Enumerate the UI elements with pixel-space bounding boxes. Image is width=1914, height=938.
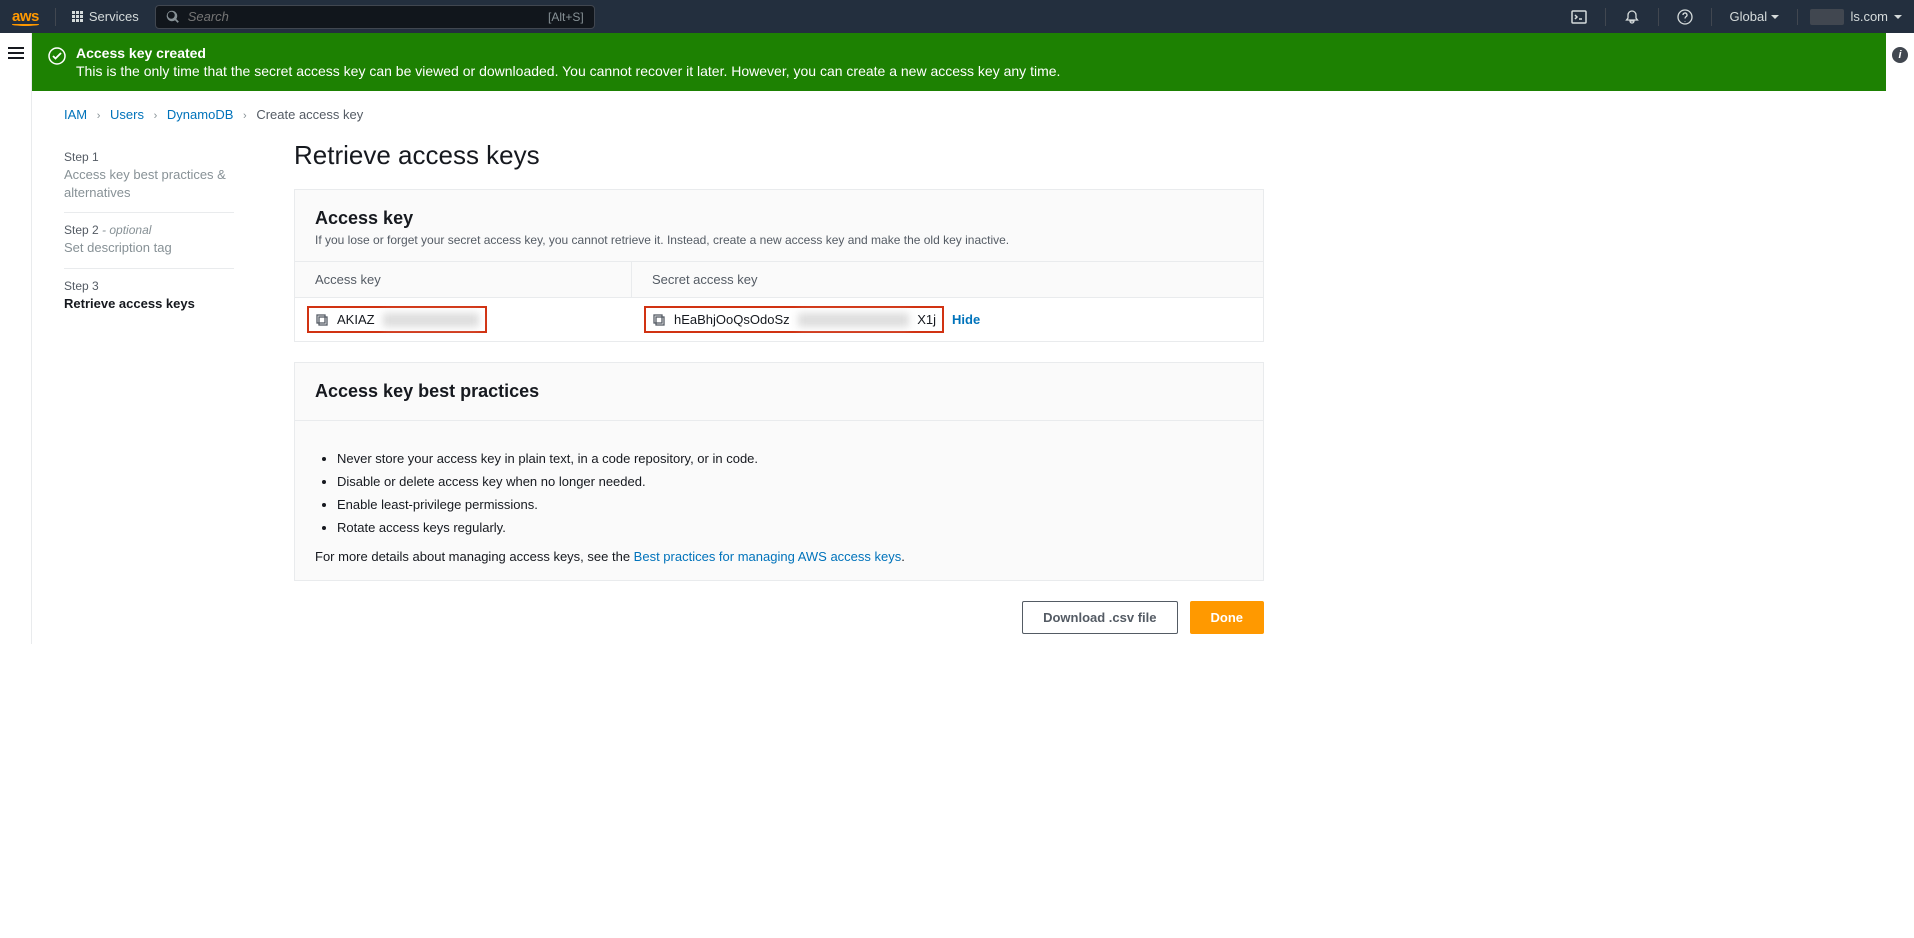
check-circle-icon <box>48 47 66 65</box>
more-details-text: For more details about managing access k… <box>315 549 1243 564</box>
left-rail <box>0 33 32 644</box>
page-title: Retrieve access keys <box>294 140 1264 171</box>
info-icon[interactable]: i <box>1892 47 1908 63</box>
region-selector[interactable]: Global <box>1730 9 1780 24</box>
secret-key-value: hEaBhjOoQsOdoSzX1j <box>644 306 944 333</box>
steps-sidebar: Step 1 Access key best practices & alter… <box>64 140 234 634</box>
search-input-wrap[interactable]: [Alt+S] <box>155 5 595 29</box>
step-3[interactable]: Step 3 Retrieve access keys <box>64 269 234 323</box>
search-shortcut: [Alt+S] <box>548 10 584 24</box>
search-input[interactable] <box>188 9 548 24</box>
breadcrumb-iam[interactable]: IAM <box>64 107 87 122</box>
hamburger-icon[interactable] <box>8 47 24 61</box>
right-rail: i <box>1886 33 1914 644</box>
breadcrumb-users[interactable]: Users <box>110 107 144 122</box>
step-1[interactable]: Step 1 Access key best practices & alter… <box>64 140 234 213</box>
account-selector[interactable]: ls.com <box>1797 9 1902 25</box>
search-icon <box>166 10 180 24</box>
copy-icon[interactable] <box>315 313 329 327</box>
best-practices-list: Never store your access key in plain tex… <box>337 451 1243 535</box>
access-key-value: AKIAZ <box>307 306 487 333</box>
best-practices-panel: Access key best practices Never store yo… <box>294 362 1264 581</box>
bell-icon[interactable] <box>1624 9 1640 25</box>
alert-message: This is the only time that the secret ac… <box>76 63 1060 79</box>
access-key-panel: Access key If you lose or forget your se… <box>294 189 1264 342</box>
list-item: Enable least-privilege permissions. <box>337 497 1243 512</box>
list-item: Rotate access keys regularly. <box>337 520 1243 535</box>
breadcrumb-current: Create access key <box>256 107 363 122</box>
list-item: Disable or delete access key when no lon… <box>337 474 1243 489</box>
grid-icon <box>72 11 83 22</box>
access-key-panel-title: Access key <box>315 208 1243 229</box>
best-practices-link[interactable]: Best practices for managing AWS access k… <box>634 549 902 564</box>
aws-logo[interactable]: aws <box>12 8 39 26</box>
best-practices-title: Access key best practices <box>315 381 1243 402</box>
list-item: Never store your access key in plain tex… <box>337 451 1243 466</box>
copy-icon[interactable] <box>652 313 666 327</box>
alert-title: Access key created <box>76 45 1060 61</box>
cloudshell-icon[interactable] <box>1571 9 1587 25</box>
download-csv-button[interactable]: Download .csv file <box>1022 601 1177 634</box>
hide-link[interactable]: Hide <box>952 312 980 327</box>
col-access-key: Access key <box>295 262 632 297</box>
step-2[interactable]: Step 2 - optional Set description tag <box>64 213 234 268</box>
breadcrumb: IAM › Users › DynamoDB › Create access k… <box>32 91 1886 130</box>
services-menu[interactable]: Services <box>72 9 139 24</box>
caret-down-icon <box>1894 13 1902 21</box>
breadcrumb-dynamodb[interactable]: DynamoDB <box>167 107 233 122</box>
help-icon[interactable] <box>1677 9 1693 25</box>
top-nav: aws Services [Alt+S] Global ls.com <box>0 0 1914 33</box>
col-secret-key: Secret access key <box>632 262 1263 297</box>
access-key-panel-desc: If you lose or forget your secret access… <box>315 233 1243 247</box>
done-button[interactable]: Done <box>1190 601 1265 634</box>
caret-down-icon <box>1771 13 1779 21</box>
success-alert: Access key created This is the only time… <box>32 33 1886 91</box>
